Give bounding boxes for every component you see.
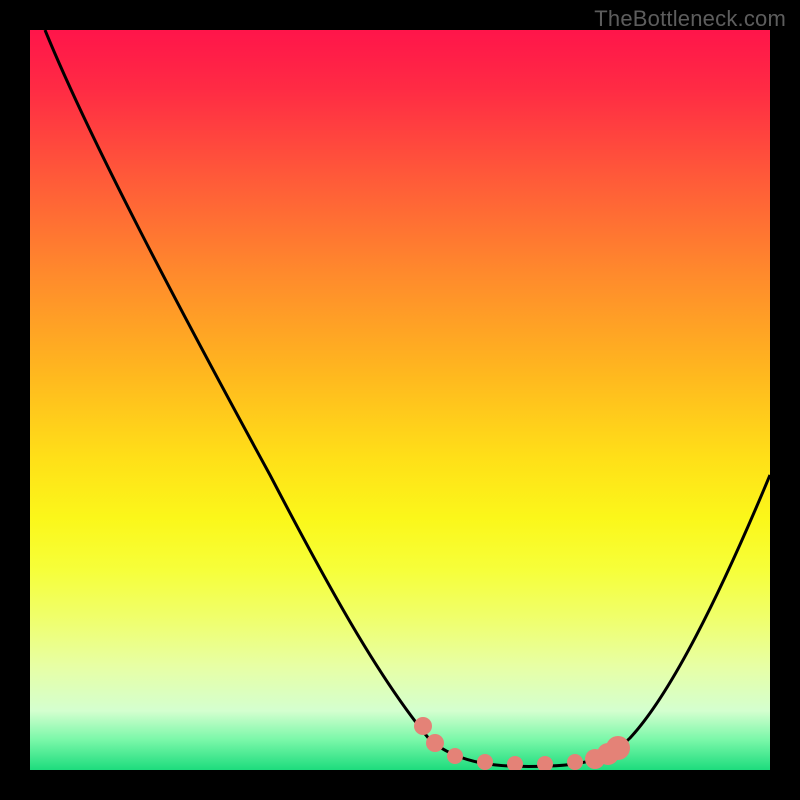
highlight-dot	[567, 754, 583, 770]
highlight-dot	[447, 748, 463, 764]
watermark-text: TheBottleneck.com	[594, 6, 786, 32]
highlight-dot	[537, 756, 553, 770]
bottleneck-curve-path	[45, 30, 770, 767]
bottleneck-curve-svg	[30, 30, 770, 770]
highlight-dot	[507, 756, 523, 770]
highlight-dots-group	[414, 717, 630, 770]
plot-area	[30, 30, 770, 770]
highlight-dot	[426, 734, 444, 752]
highlight-dot	[414, 717, 432, 735]
highlight-dot	[477, 754, 493, 770]
highlight-dot	[606, 736, 630, 760]
